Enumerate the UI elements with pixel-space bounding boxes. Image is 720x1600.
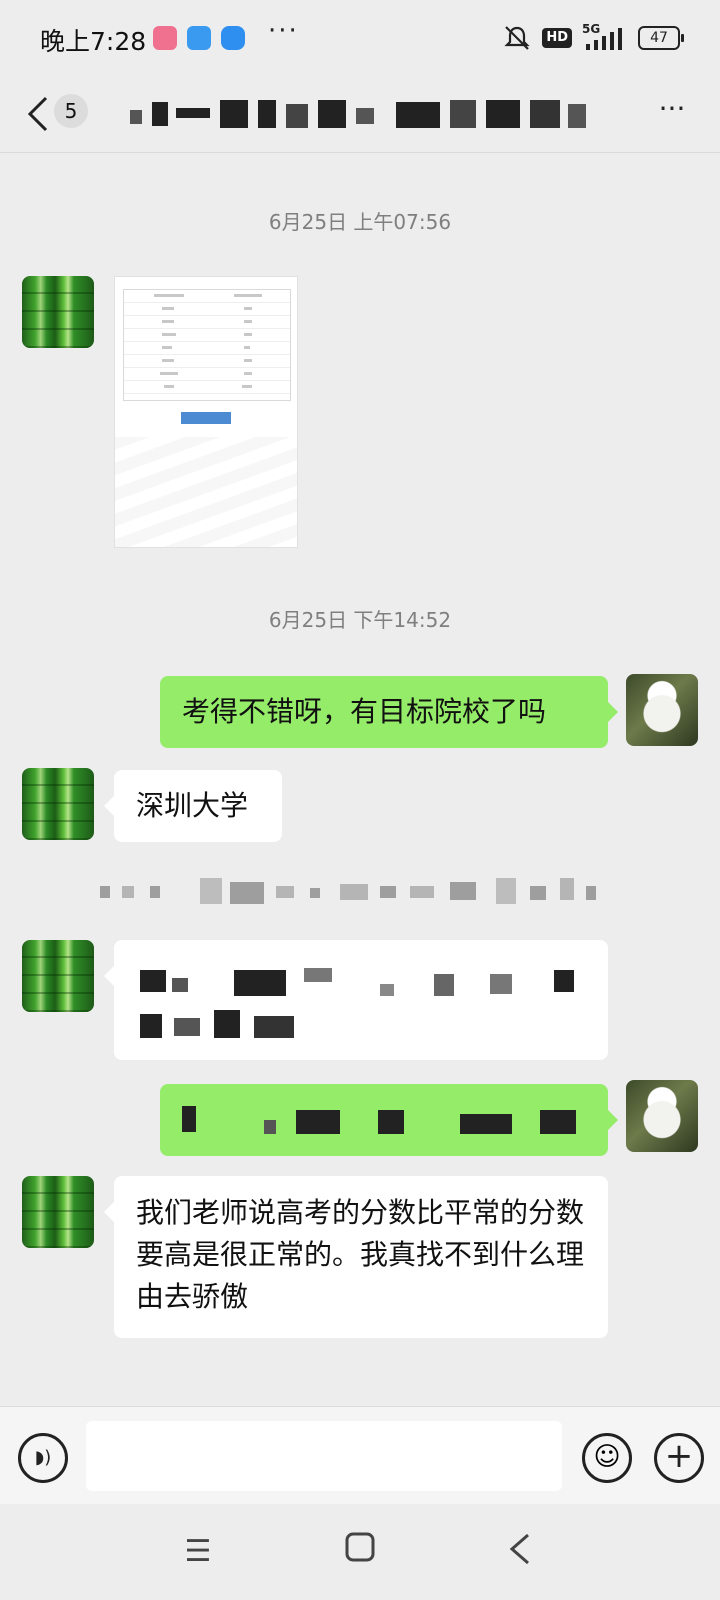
message-app-icon (221, 26, 245, 50)
message-input[interactable] (86, 1421, 562, 1491)
system-back-button[interactable] (500, 1532, 540, 1572)
hd-badge: HD (542, 28, 572, 48)
message-input-bar: ◗) ☺ + (0, 1406, 720, 1505)
my-avatar[interactable] (626, 1080, 698, 1152)
status-time: 晚上7:28 (40, 27, 147, 56)
voice-icon: ◗) (34, 1447, 52, 1468)
image-thumbnail-background (115, 437, 297, 547)
more-functions-button[interactable]: + (654, 1433, 704, 1483)
home-icon (345, 1532, 375, 1562)
battery-indicator: 47 (638, 26, 684, 50)
menu-button[interactable]: ☰ (178, 1532, 218, 1572)
contact-avatar[interactable] (22, 276, 94, 348)
received-message-text: 深圳大学 (136, 789, 249, 822)
timestamp: 6月25日 上午07:56 (268, 210, 452, 234)
status-indicators: HD 5G 47 (502, 22, 684, 54)
system-navigation-bar: ☰ (0, 1504, 720, 1600)
contact-avatar[interactable] (22, 940, 94, 1012)
card-app-icon (187, 26, 211, 50)
received-message-bubble[interactable]: 深圳大学 (104, 770, 282, 842)
signal-icon (586, 28, 622, 50)
image-thumbnail-button (181, 412, 231, 424)
system-notice-pixelated (100, 878, 600, 904)
emoji-icon: ☺ (593, 1442, 621, 1472)
emoji-button[interactable]: ☺ (582, 1433, 632, 1483)
sent-message-bubble-pixelated[interactable] (160, 1084, 618, 1156)
sent-message-text: 考得不错呀，有目标院校了吗 (182, 695, 547, 728)
received-message-text: 我们老师说高考的分数比平常的分数要高是很正常的。我真找不到什么理由去骄傲 (136, 1196, 585, 1313)
chat-header: 5 ··· (0, 76, 720, 153)
received-message-bubble[interactable]: 我们老师说高考的分数比平常的分数要高是很正常的。我真找不到什么理由去骄傲 (104, 1176, 608, 1338)
more-icon: ··· (658, 92, 686, 125)
unread-count-badge: 5 (54, 94, 88, 128)
home-button[interactable] (340, 1532, 380, 1572)
received-message-bubble-pixelated[interactable] (104, 940, 608, 1060)
contact-avatar[interactable] (22, 768, 94, 840)
image-message[interactable] (114, 276, 298, 548)
chat-title-pixelated (130, 96, 590, 132)
timestamp: 6月25日 下午14:52 (268, 608, 452, 632)
back-button[interactable]: 5 (26, 90, 96, 138)
menu-icon: ☰ (184, 1534, 212, 1569)
more-notifications-icon: ··· (268, 16, 299, 46)
image-thumbnail-table (123, 289, 291, 401)
mute-icon (504, 26, 530, 50)
my-avatar[interactable] (626, 674, 698, 746)
back-icon (509, 1533, 529, 1565)
contact-avatar[interactable] (22, 1176, 94, 1248)
bilibili-app-icon (153, 26, 177, 50)
voice-input-button[interactable]: ◗) (18, 1433, 68, 1483)
signal-indicator: 5G (582, 22, 628, 52)
sent-message-bubble[interactable]: 考得不错呀，有目标院校了吗 (160, 676, 618, 748)
status-bar: 晚上7:28 ··· HD 5G 47 (0, 0, 720, 76)
plus-icon: + (664, 1436, 694, 1476)
more-options-button[interactable]: ··· (650, 94, 694, 134)
chevron-left-icon (27, 96, 48, 132)
